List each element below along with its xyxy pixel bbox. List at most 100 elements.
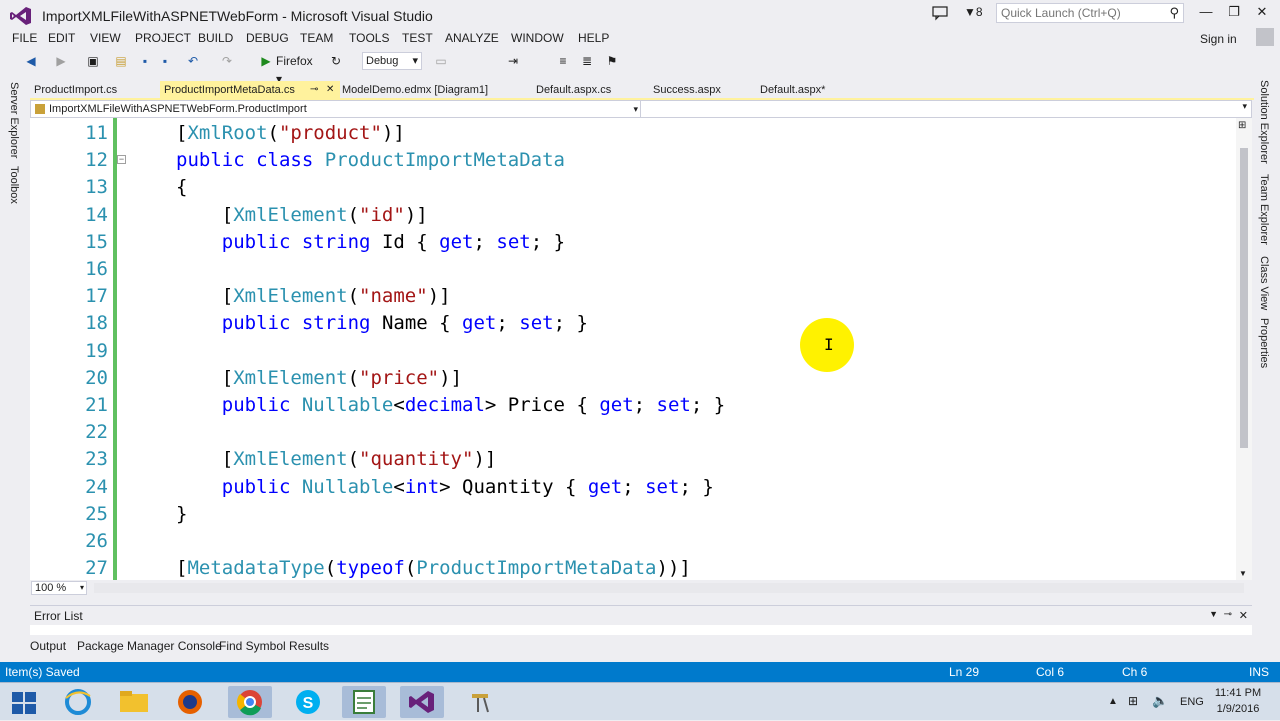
member-selector-chevron-icon[interactable]: ▾ <box>1242 101 1247 112</box>
tab-productimport-cs[interactable]: ProductImport.cs <box>30 81 158 99</box>
volume-icon[interactable]: 🔈 <box>1152 693 1168 709</box>
solution-explorer-tab[interactable]: Solution Explorer <box>1258 80 1270 164</box>
menu-project[interactable]: PROJECT <box>135 31 191 45</box>
editor-horizontal-scrollbar[interactable] <box>94 583 1244 593</box>
menu-team[interactable]: TEAM <box>300 31 333 45</box>
editor-footer: 100 % ▾ <box>30 580 1252 596</box>
code-string: "product" <box>278 122 382 144</box>
pin-icon[interactable]: ⊸ <box>1224 609 1232 620</box>
tab-modeldemo-edmx[interactable]: ModelDemo.edmx [Diagram1] <box>338 81 524 99</box>
clock-time[interactable]: 11:41 PM <box>1212 687 1264 699</box>
feedback-icon[interactable] <box>932 5 948 21</box>
menu-test[interactable]: TEST <box>402 31 433 45</box>
scroll-down-icon[interactable]: ▼ <box>1239 569 1247 578</box>
firefox-icon[interactable] <box>168 686 212 718</box>
split-icon[interactable]: ⊞ <box>1238 120 1246 131</box>
code-type: Nullable <box>301 475 394 498</box>
clock-date[interactable]: 1/9/2016 <box>1212 703 1264 715</box>
editor-vertical-scrollbar[interactable]: ⊞ ▼ <box>1236 118 1252 580</box>
left-tool-strip: Server Explorer Toolbox <box>0 78 30 654</box>
bookmark-icon[interactable]: ⚑ <box>604 52 620 70</box>
tab-output[interactable]: Output <box>30 639 66 653</box>
menu-window[interactable]: WINDOW <box>511 31 564 45</box>
quick-launch-input[interactable] <box>997 4 1157 22</box>
refresh-icon[interactable]: ↻ <box>328 52 344 70</box>
tab-default-aspx-cs[interactable]: Default.aspx.cs <box>532 81 642 99</box>
code-type: ProductImportMetaData <box>416 557 657 580</box>
close-panel-icon[interactable]: ✕ <box>1239 609 1248 622</box>
uncomment-icon[interactable]: ≣ <box>578 52 596 70</box>
panel-menu-icon[interactable]: ▼ <box>1209 609 1218 619</box>
type-selector[interactable]: ImportXMLFileWithASPNETWebForm.ProductIm… <box>31 101 641 117</box>
tab-find-symbol-results[interactable]: Find Symbol Results <box>219 639 329 653</box>
pin-icon[interactable]: ⊸ <box>310 81 318 99</box>
code-line: public Nullable<decimal> Price { get; se… <box>176 394 725 416</box>
tab-package-manager-console[interactable]: Package Manager Console <box>77 639 222 653</box>
save-icon[interactable]: ▪ <box>136 52 154 70</box>
collapse-outline-icon[interactable]: − <box>117 155 126 164</box>
redo-icon[interactable]: ↷ <box>218 52 236 70</box>
zoom-select[interactable]: 100 % ▾ <box>31 581 87 595</box>
forward-icon[interactable]: ▶ <box>52 52 70 70</box>
quick-launch-box[interactable]: ⚲ <box>996 3 1184 23</box>
menu-file[interactable]: FILE <box>12 31 37 45</box>
code-token: { <box>427 312 463 335</box>
internet-explorer-icon[interactable] <box>56 686 100 718</box>
notepad-icon[interactable] <box>342 686 386 718</box>
properties-tab[interactable]: Properties <box>1258 318 1270 368</box>
visual-studio-taskbar-icon[interactable] <box>400 686 444 718</box>
avatar[interactable] <box>1256 28 1274 46</box>
line-number: 20 <box>85 366 108 389</box>
team-explorer-tab[interactable]: Team Explorer <box>1258 174 1270 245</box>
chrome-icon[interactable] <box>228 686 272 718</box>
tab-success-aspx[interactable]: Success.aspx <box>649 81 749 99</box>
maximize-button[interactable]: ❐ <box>1224 4 1244 22</box>
menu-edit[interactable]: EDIT <box>48 31 75 45</box>
menu-help[interactable]: HELP <box>578 31 609 45</box>
start-debugging-icon[interactable]: ▶ <box>258 52 274 70</box>
notifications-filter-icon[interactable]: ▼8 <box>964 5 983 19</box>
menu-analyze[interactable]: ANALYZE <box>445 31 499 45</box>
minimize-button[interactable]: — <box>1196 4 1216 22</box>
code-type: XmlElement <box>233 203 348 226</box>
menu-debug[interactable]: DEBUG <box>246 31 289 45</box>
code-editor[interactable]: − 11 [XmlRoot("product")] 12 public class P… <box>30 118 1236 580</box>
find-icon[interactable]: ▭ <box>432 52 450 70</box>
code-line: [XmlElement("price")] <box>176 367 462 389</box>
network-icon[interactable]: ⊞ <box>1128 694 1138 708</box>
show-hidden-icons-icon[interactable]: ▲ <box>1108 696 1118 707</box>
indent-icon[interactable]: ⇥ <box>504 52 522 70</box>
close-button[interactable]: ✕ <box>1252 4 1272 22</box>
sign-in-link[interactable]: Sign in <box>1200 32 1237 46</box>
save-all-icon[interactable]: ▪ <box>156 52 174 70</box>
skype-icon[interactable]: S <box>286 686 330 718</box>
search-icon[interactable]: ⚲ <box>1169 5 1179 21</box>
toolbox-tab[interactable]: Toolbox <box>8 166 20 204</box>
configuration-select[interactable]: Debug ▾ <box>362 52 422 70</box>
code-keyword: decimal <box>404 394 485 416</box>
server-explorer-tab[interactable]: Server Explorer <box>8 82 20 158</box>
close-tab-icon[interactable]: ✕ <box>326 81 334 99</box>
new-project-icon[interactable]: ▣ <box>84 52 102 70</box>
menu-tools[interactable]: TOOLS <box>349 31 389 45</box>
line-number: 26 <box>85 530 108 552</box>
scrollbar-thumb[interactable] <box>1240 148 1248 448</box>
open-file-icon[interactable]: ▤ <box>112 52 130 70</box>
undo-icon[interactable]: ↶ <box>184 52 202 70</box>
class-view-tab[interactable]: Class View <box>1258 256 1270 310</box>
windows-start-icon[interactable] <box>12 692 36 714</box>
tab-default-aspx[interactable]: Default.aspx* <box>756 81 866 99</box>
code-keyword: get <box>462 312 497 335</box>
browser-select[interactable]: Firefox ▾ <box>276 52 320 86</box>
menu-build[interactable]: BUILD <box>198 31 233 45</box>
comment-icon[interactable]: ≡ <box>554 52 572 70</box>
file-explorer-icon[interactable] <box>112 686 156 718</box>
back-icon[interactable]: ◀ <box>22 52 40 70</box>
input-language[interactable]: ENG <box>1180 696 1204 708</box>
menu-view[interactable]: VIEW <box>90 31 121 45</box>
code-token: ; <box>496 312 520 335</box>
tools-icon[interactable] <box>458 686 502 718</box>
tab-productimportmetadata-cs[interactable]: ProductImportMetaData.cs ⊸ ✕ <box>160 81 340 99</box>
